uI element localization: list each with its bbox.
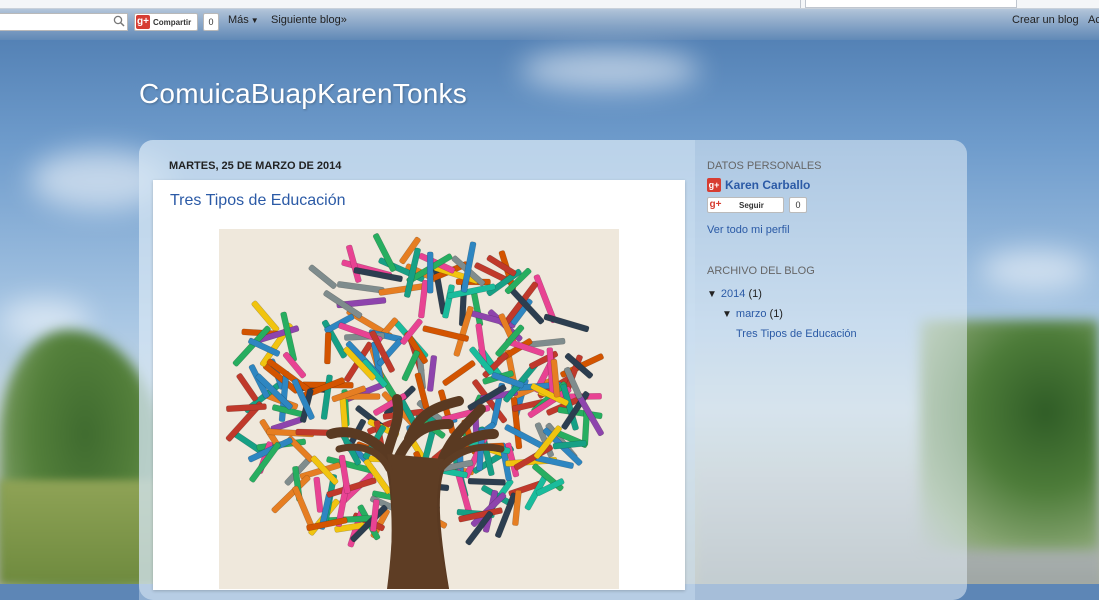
next-blog-link[interactable]: Siguiente blog»	[271, 14, 347, 26]
google-plus-icon: g+	[709, 199, 722, 210]
search-icon[interactable]	[113, 15, 125, 27]
more-menu[interactable]: Más ▼	[228, 14, 259, 26]
post-image-crayon-tree[interactable]	[219, 229, 619, 589]
archive-post-link[interactable]: Tres Tipos de Educación	[736, 328, 857, 340]
archive-month-count: (1)	[769, 308, 783, 320]
share-button[interactable]: g+ Compartir	[134, 13, 198, 31]
follow-label: Seguir	[739, 200, 764, 210]
view-profile-link[interactable]: Ver todo mi perfil	[707, 224, 790, 236]
profile-entry[interactable]: g+ Karen Carballo	[707, 178, 810, 192]
create-blog-link[interactable]: Crear un blog	[1012, 14, 1079, 26]
signin-link[interactable]: Ac	[1088, 14, 1099, 26]
google-plus-icon: g+	[136, 15, 150, 29]
archive-month-row[interactable]: ▼ marzo (1)	[722, 308, 783, 320]
google-plus-icon: g+	[707, 178, 721, 192]
share-label: Compartir	[153, 17, 192, 27]
caret-down-icon: ▼	[250, 16, 259, 25]
share-count: 0	[203, 13, 219, 31]
post-title[interactable]: Tres Tipos de Educación	[170, 192, 346, 210]
follow-button[interactable]: g+ Seguir	[707, 197, 784, 213]
blog-title[interactable]: ComuicaBuapKarenTonks	[139, 78, 467, 110]
triangle-down-icon[interactable]: ▼	[722, 309, 732, 320]
archive-month-link[interactable]: marzo	[736, 308, 767, 320]
profile-header: DATOS PERSONALES	[707, 160, 822, 172]
more-label: Más	[228, 14, 249, 26]
post-date-header: MARTES, 25 DE MARZO DE 2014	[169, 160, 342, 172]
archive-year-count: (1)	[748, 288, 762, 300]
follow-count: 0	[789, 197, 807, 213]
profile-name[interactable]: Karen Carballo	[725, 178, 810, 192]
triangle-down-icon[interactable]: ▼	[707, 289, 717, 300]
archive-year-row[interactable]: ▼ 2014 (1)	[707, 288, 762, 300]
search-input[interactable]	[0, 13, 128, 31]
archive-year-link[interactable]: 2014	[721, 288, 745, 300]
browser-frame-box	[805, 0, 1017, 8]
archive-header: ARCHIVO DEL BLOG	[707, 265, 815, 277]
